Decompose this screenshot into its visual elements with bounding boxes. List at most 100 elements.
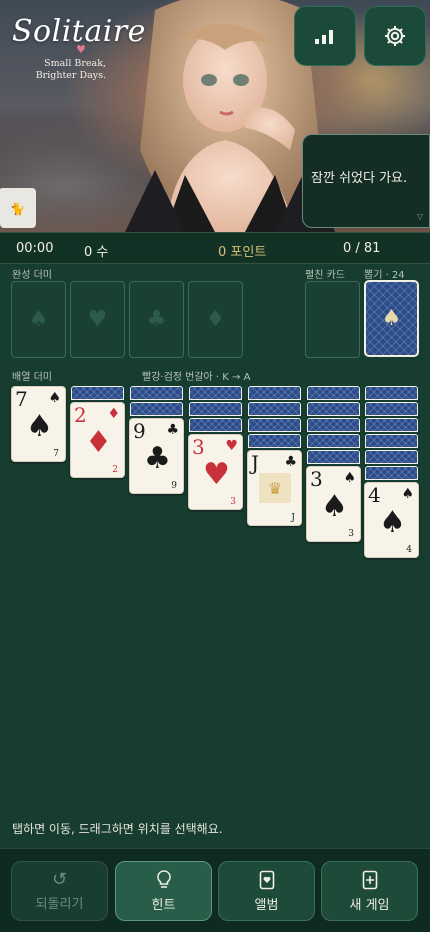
- bottom-toolbar: ↺ 되돌리기 힌트 앨범 새 게임: [0, 848, 430, 932]
- tableau-card[interactable]: 4 ♠ ♠ 4: [364, 482, 419, 558]
- card-rank-small: 7: [53, 449, 59, 459]
- card-suit-large: ♦: [85, 425, 112, 460]
- logo-title: Solitaire: [12, 14, 146, 49]
- card-rank: 9: [133, 419, 146, 443]
- card-rank-small: 9: [171, 481, 177, 491]
- face-down-card: [307, 386, 360, 400]
- waste-label: 펼친 카드: [305, 270, 345, 281]
- card-suit-small: ♣: [166, 422, 179, 438]
- card-suit-large: ♣: [144, 441, 171, 476]
- card-rank: 2: [74, 403, 87, 427]
- foundation-diamonds[interactable]: ♦: [188, 281, 243, 358]
- card-suit-small: ♠: [401, 486, 414, 502]
- points: 0 포인트: [218, 245, 267, 260]
- face-down-card: [248, 418, 301, 432]
- foundation-spades[interactable]: ♠: [11, 281, 66, 358]
- gear-icon: [385, 26, 405, 46]
- face-down-card: [189, 402, 242, 416]
- face-down-card: [307, 434, 360, 448]
- foundation-label: 완성 더미: [12, 270, 52, 281]
- face-down-card: [365, 418, 418, 432]
- triangle-icon: ▽: [416, 212, 423, 221]
- jack-crown-icon: ♛: [259, 473, 291, 503]
- hint-label: 힌트: [151, 897, 176, 913]
- waste-pile[interactable]: [305, 281, 360, 358]
- card-suit-small: ♠: [48, 390, 61, 406]
- face-down-card: [130, 386, 183, 400]
- face-down-card: [365, 450, 418, 464]
- diamond-icon: ♦: [205, 307, 226, 332]
- foundation-clubs[interactable]: ♣: [129, 281, 184, 358]
- face-down-card: [189, 386, 242, 400]
- card-rank-small: 4: [406, 545, 412, 555]
- logo-subtitle: Small Break, Brighter Days.: [12, 58, 106, 82]
- cat-icon: 🐈: [10, 202, 25, 216]
- card-rank-small: J: [291, 513, 295, 523]
- lightbulb-icon: [156, 869, 171, 888]
- tableau-card[interactable]: J ♣ ♛ J: [247, 450, 302, 526]
- card-suit-large: ♠: [321, 489, 348, 524]
- timer: 00:00: [16, 241, 54, 256]
- speech-bubble: 잠깐 쉬었다 가요. ▽: [302, 134, 430, 228]
- mug-decoration: 🐈: [0, 188, 36, 228]
- logo-subtitle-line-2: Brighter Days.: [35, 70, 106, 81]
- face-down-card: [307, 450, 360, 464]
- undo-button[interactable]: ↺ 되돌리기: [11, 861, 108, 921]
- hint-text: 탭하면 이동, 드래그하면 위치를 선택해요.: [12, 822, 223, 836]
- tableau-label: 배열 더미: [12, 372, 52, 383]
- new-game-label: 새 게임: [349, 897, 390, 913]
- app-logo: Solitaire ♥ Small Break, Brighter Days.: [12, 14, 146, 82]
- signal-bars-icon: [315, 30, 333, 44]
- stock-label: 뽑기 · 24: [364, 270, 405, 281]
- card-rank: 3: [310, 467, 323, 491]
- tableau-card[interactable]: 7 ♠ ♠ 7: [11, 386, 66, 462]
- new-game-button[interactable]: 새 게임: [321, 861, 418, 921]
- face-down-card: [365, 466, 418, 480]
- face-down-card: [248, 434, 301, 448]
- face-down-card: [189, 418, 242, 432]
- card-heart-icon: [259, 870, 274, 889]
- card-rank-small: 2: [112, 465, 118, 475]
- logo-subtitle-line-1: Small Break,: [44, 58, 106, 69]
- undo-icon: ↺: [51, 868, 68, 890]
- stock-pile[interactable]: ♠: [364, 280, 419, 357]
- speech-text: 잠깐 쉬었다 가요.: [311, 171, 408, 186]
- settings-button[interactable]: [364, 6, 426, 66]
- signal-button[interactable]: [294, 6, 356, 66]
- album-button[interactable]: 앨범: [218, 861, 315, 921]
- card-suit-large: ♠: [26, 409, 53, 444]
- rule-label: 빨강·검정 번갈아 · K → A: [142, 372, 251, 383]
- tableau-card[interactable]: 3 ♥ ♥ 3: [188, 434, 243, 510]
- move-count: 0 수: [84, 245, 109, 260]
- card-suit-large: ♥: [203, 457, 230, 492]
- card-rank: 4: [368, 483, 381, 507]
- album-label: 앨범: [254, 897, 279, 913]
- spade-icon: ♠: [28, 307, 49, 332]
- card-rank-small: 3: [230, 497, 236, 507]
- tableau-card[interactable]: 3 ♠ ♠ 3: [306, 466, 361, 542]
- face-down-card: [71, 386, 124, 400]
- stats-bar: 00:00 0 수 0 포인트 0 / 81: [0, 232, 430, 264]
- card-rank-small: 3: [348, 529, 354, 539]
- card-suit-small: ♣: [284, 454, 297, 470]
- face-down-card: [365, 386, 418, 400]
- card-rank: 3: [192, 435, 205, 459]
- undo-label: 되돌리기: [35, 896, 84, 912]
- card-rank: 7: [15, 387, 28, 411]
- face-down-card: [307, 402, 360, 416]
- card-rank: J: [251, 451, 260, 475]
- card-suit-small: ♥: [225, 438, 238, 454]
- face-down-card: [365, 402, 418, 416]
- tableau-card[interactable]: 9 ♣ ♣ 9: [129, 418, 184, 494]
- spade-icon: ♠: [381, 306, 402, 331]
- tableau-card[interactable]: 2 ♦ ♦ 2: [70, 402, 125, 478]
- club-icon: ♣: [146, 307, 167, 332]
- foundation-hearts[interactable]: ♥: [70, 281, 125, 358]
- face-down-card: [248, 386, 301, 400]
- face-down-card: [307, 418, 360, 432]
- progress: 0 / 81: [343, 241, 381, 256]
- new-card-icon: [362, 870, 377, 889]
- card-suit-large: ♠: [379, 505, 406, 540]
- card-suit-small: ♠: [343, 470, 356, 486]
- hint-button[interactable]: 힌트: [115, 861, 212, 921]
